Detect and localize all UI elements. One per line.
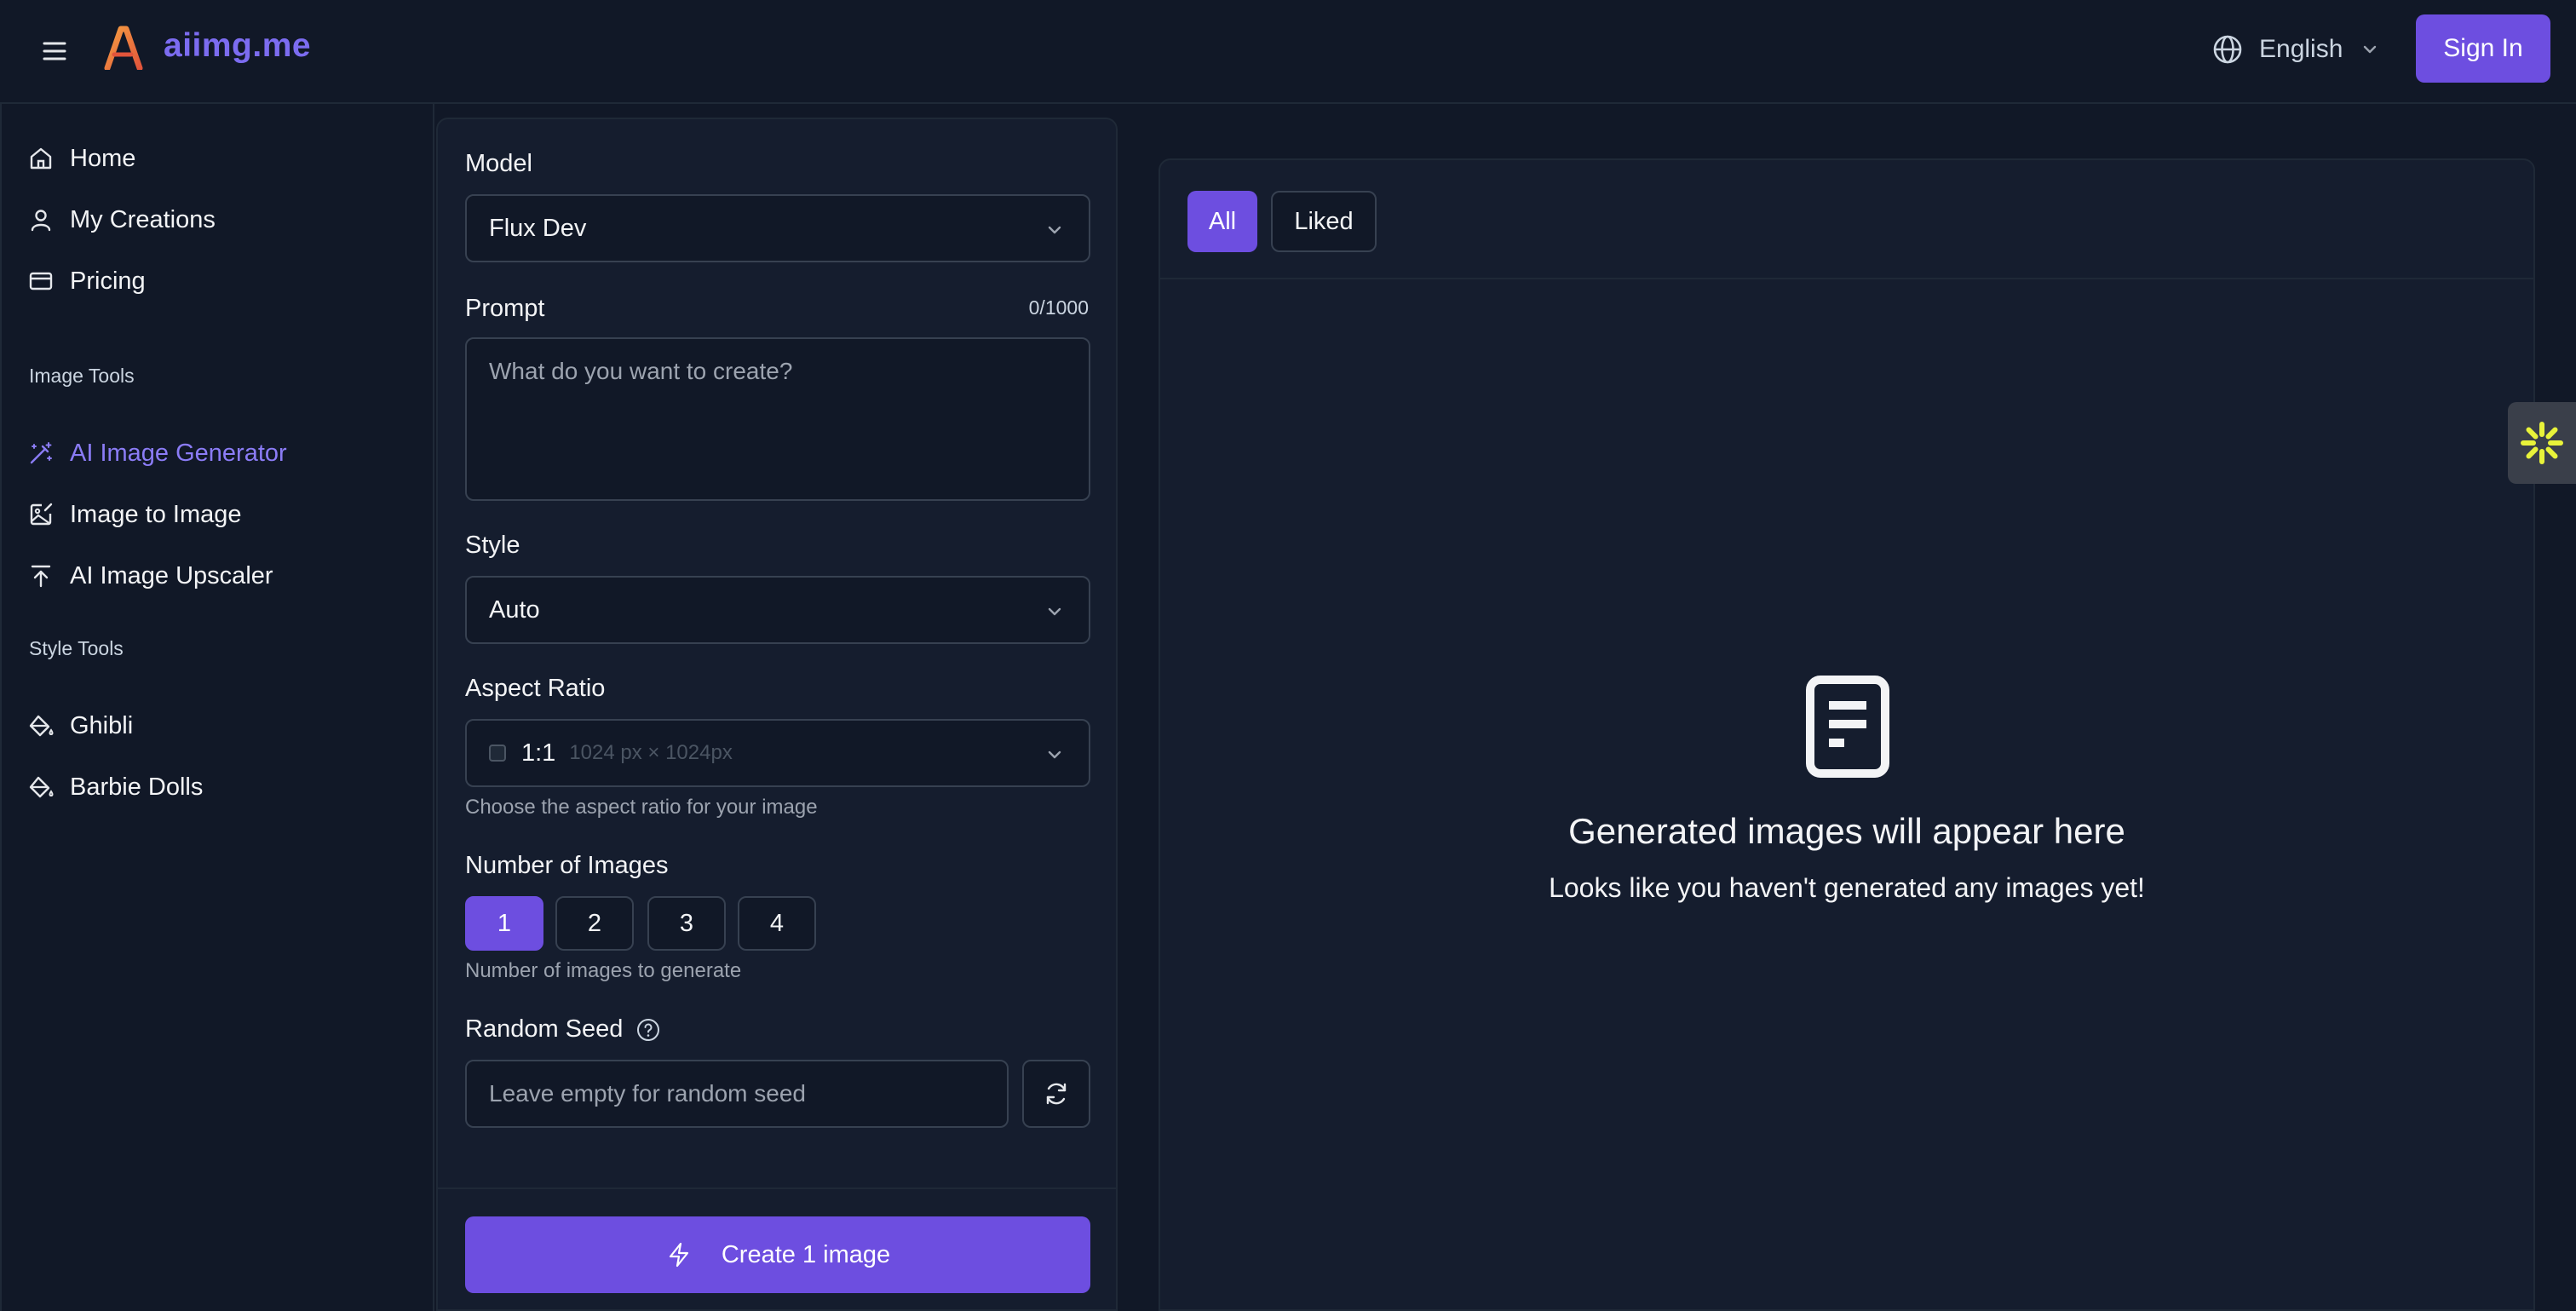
- aspect-ratio-label: Aspect Ratio: [465, 675, 606, 702]
- empty-state-subtitle: Looks like you haven't generated any ima…: [1549, 872, 2145, 903]
- refresh-seed-button[interactable]: [1022, 1060, 1090, 1128]
- model-select-value: Flux Dev: [489, 214, 587, 242]
- aspect-ratio-hint: Choose the aspect ratio for your image: [465, 796, 818, 819]
- aspect-ratio-select[interactable]: 1:1 1024 px × 1024px: [465, 719, 1090, 787]
- num-images-option-2[interactable]: 2: [555, 896, 634, 951]
- number-of-images-hint: Number of images to generate: [465, 959, 742, 982]
- prompt-label: Prompt: [465, 295, 545, 322]
- num-images-option-4[interactable]: 4: [738, 896, 816, 951]
- tab-all[interactable]: All: [1187, 191, 1257, 252]
- create-image-button[interactable]: Create 1 image: [465, 1216, 1090, 1293]
- model-select[interactable]: Flux Dev: [465, 194, 1090, 262]
- floating-assistant-widget[interactable]: [2508, 402, 2576, 484]
- hamburger-menu-icon[interactable]: [37, 34, 72, 68]
- chevron-down-icon: [2364, 45, 2377, 54]
- sidebar-item-label: Barbie Dolls: [70, 773, 204, 801]
- sidebar-item-label: AI Image Generator: [70, 439, 287, 467]
- sidebar: Home My Creations Pricing Image Tools AI…: [0, 104, 434, 1311]
- tab-liked[interactable]: Liked: [1271, 191, 1377, 252]
- empty-state-title: Generated images will appear here: [1568, 811, 2125, 851]
- credit-card-icon: [29, 272, 53, 290]
- language-selector[interactable]: English: [2211, 31, 2380, 68]
- num-images-option-1[interactable]: 1: [465, 896, 543, 951]
- home-icon: [30, 147, 52, 170]
- prompt-char-counter: 0/1000: [1028, 296, 1089, 319]
- aspect-ratio-value: 1:1: [521, 739, 556, 767]
- lightning-icon: [669, 1242, 688, 1268]
- sparkle-icon: [2521, 422, 2563, 464]
- random-seed-input[interactable]: [465, 1060, 1009, 1128]
- chevron-down-icon: [1048, 607, 1061, 616]
- results-panel: All Liked Generated images will appear h…: [1159, 158, 2535, 1311]
- paint-bucket-icon: [29, 715, 54, 737]
- sidebar-item-label: Image to Image: [70, 500, 242, 528]
- section-label-image-tools: Image Tools: [29, 365, 135, 387]
- generator-form-panel: Model Flux Dev Prompt 0/1000 What do you…: [436, 118, 1118, 1311]
- aspect-ratio-swatch: [489, 745, 506, 762]
- create-image-label: Create 1 image: [721, 1240, 891, 1268]
- style-select[interactable]: Auto: [465, 576, 1090, 644]
- sidebar-item-home[interactable]: Home: [27, 136, 135, 181]
- user-icon: [31, 210, 51, 232]
- section-label-style-tools: Style Tools: [29, 637, 124, 659]
- style-label: Style: [465, 532, 520, 559]
- form-divider: [438, 1187, 1116, 1189]
- help-circle-icon[interactable]: [635, 1017, 661, 1043]
- brand-logo-icon[interactable]: [102, 26, 143, 70]
- sidebar-item-label: Pricing: [70, 267, 146, 295]
- sidebar-item-ai-image-upscaler[interactable]: AI Image Upscaler: [27, 554, 273, 598]
- prompt-placeholder: What do you want to create?: [489, 358, 793, 384]
- refresh-icon: [1046, 1083, 1067, 1105]
- prompt-textarea[interactable]: What do you want to create?: [465, 337, 1090, 501]
- sidebar-item-pricing[interactable]: Pricing: [27, 259, 146, 303]
- chevron-down-icon: [1048, 750, 1061, 759]
- document-icon: [1806, 676, 1889, 778]
- language-label: English: [2259, 35, 2343, 63]
- sidebar-item-image-to-image[interactable]: Image to Image: [27, 492, 242, 537]
- num-images-option-3[interactable]: 3: [647, 896, 726, 951]
- chevron-down-icon: [1048, 226, 1061, 234]
- sidebar-item-ghibli[interactable]: Ghibli: [27, 704, 133, 748]
- globe-icon: [2213, 35, 2242, 64]
- model-label: Model: [465, 150, 532, 177]
- sidebar-item-barbie-dolls[interactable]: Barbie Dolls: [27, 765, 203, 809]
- number-of-images-label: Number of Images: [465, 852, 669, 879]
- image-edit-icon: [30, 503, 53, 526]
- sidebar-item-label: Ghibli: [70, 711, 134, 739]
- top-header: aiimg.me English Sign In: [0, 0, 2576, 104]
- sidebar-item-ai-image-generator[interactable]: AI Image Generator: [27, 431, 287, 475]
- magic-wand-icon: [30, 442, 52, 464]
- sign-in-button[interactable]: Sign In: [2416, 14, 2550, 83]
- sidebar-item-label: Home: [70, 144, 136, 172]
- upload-arrow-icon: [31, 565, 51, 588]
- sidebar-item-label: AI Image Upscaler: [70, 561, 273, 589]
- results-tabs: All Liked: [1160, 160, 2533, 279]
- style-select-value: Auto: [489, 595, 540, 624]
- sidebar-item-my-creations[interactable]: My Creations: [27, 198, 216, 242]
- aspect-ratio-dimensions: 1024 px × 1024px: [569, 741, 733, 764]
- paint-bucket-icon: [29, 776, 54, 798]
- sidebar-item-label: My Creations: [70, 205, 216, 233]
- brand-name[interactable]: aiimg.me: [164, 27, 311, 65]
- random-seed-label: Random Seed: [465, 1015, 624, 1043]
